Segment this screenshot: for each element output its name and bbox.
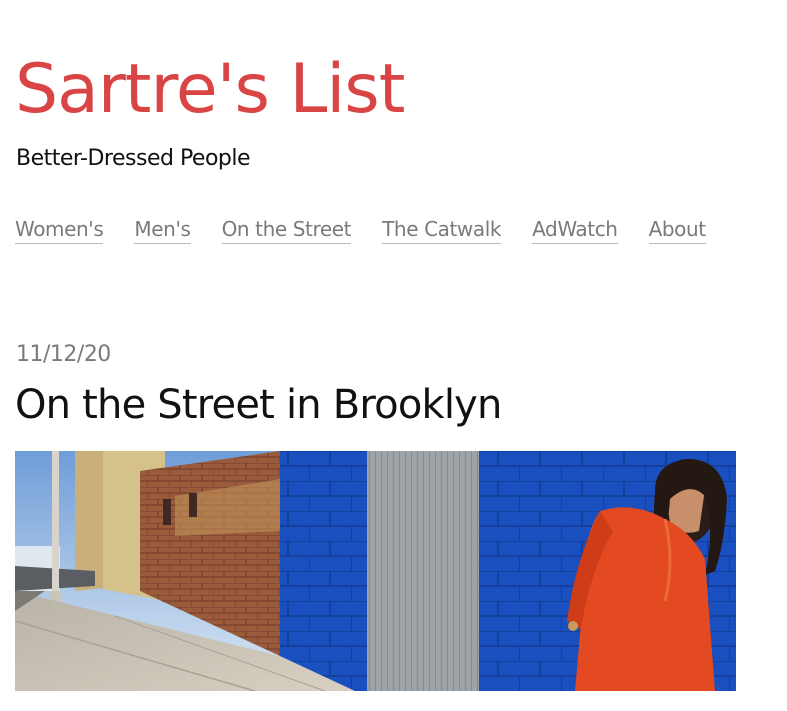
- post-date: 11/12/20: [16, 342, 111, 367]
- nav-link-mens[interactable]: Men's: [134, 216, 191, 244]
- nav-item-mens: Men's: [134, 216, 191, 244]
- post-photo[interactable]: [15, 451, 736, 691]
- post-title[interactable]: On the Street in Brooklyn: [15, 380, 502, 430]
- main-navigation: Women's Men's On the Street The Catwalk …: [15, 216, 737, 244]
- nav-link-adwatch[interactable]: AdWatch: [532, 216, 618, 244]
- site-title[interactable]: Sartre's List: [15, 50, 405, 130]
- nav-link-the-catwalk[interactable]: The Catwalk: [382, 216, 501, 244]
- nav-link-womens[interactable]: Women's: [15, 216, 104, 244]
- nav-item-womens: Women's: [15, 216, 104, 244]
- nav-item-the-catwalk: The Catwalk: [382, 216, 501, 244]
- site-tagline: Better-Dressed People: [16, 146, 251, 171]
- nav-item-adwatch: AdWatch: [532, 216, 618, 244]
- nav-link-on-the-street[interactable]: On the Street: [221, 216, 352, 244]
- nav-link-about[interactable]: About: [648, 216, 706, 244]
- nav-item-about: About: [648, 216, 706, 244]
- nav-item-on-the-street: On the Street: [221, 216, 352, 244]
